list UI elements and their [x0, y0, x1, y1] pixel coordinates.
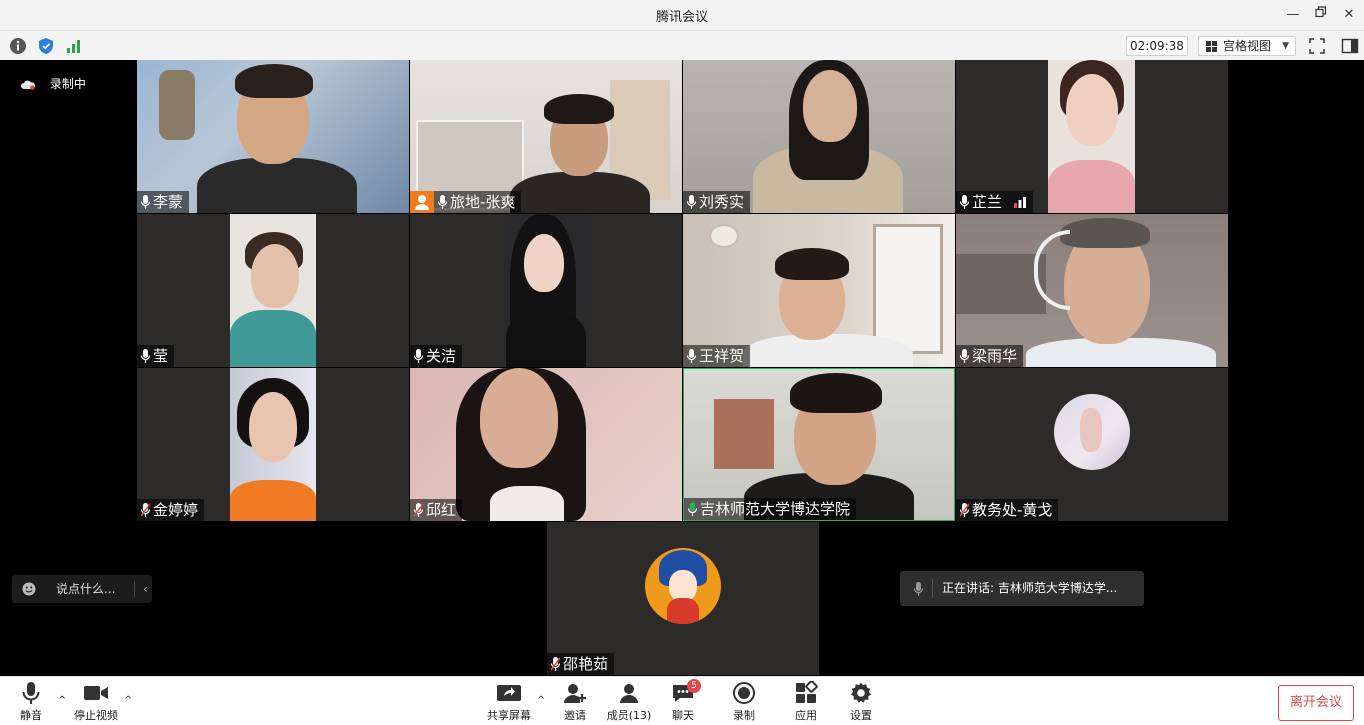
- participant-tile[interactable]: 莹: [137, 214, 409, 367]
- cloud-record-icon: [21, 80, 36, 90]
- share-screen-icon: [497, 685, 521, 701]
- view-mode-select[interactable]: 宫格视图 ▼: [1198, 36, 1296, 56]
- members-button[interactable]: 成员(13): [604, 681, 654, 723]
- mic-icon: [141, 349, 150, 363]
- mic-muted-icon: [551, 657, 560, 671]
- apps-icon: [796, 681, 818, 703]
- weak-signal-icon: [1013, 197, 1026, 208]
- close-icon[interactable]: ✕: [1340, 6, 1358, 24]
- participant-tile[interactable]: 邵艳茹: [547, 522, 819, 675]
- restore-icon[interactable]: [1312, 6, 1330, 24]
- record-icon: [733, 682, 755, 704]
- participant-name-label: 李蒙: [137, 191, 190, 213]
- participant-tile[interactable]: 刘秀实: [683, 60, 955, 213]
- host-avatar-icon: [410, 191, 434, 213]
- mute-button[interactable]: 静音: [14, 681, 48, 723]
- participant-tile[interactable]: 旅地-张爽: [410, 60, 682, 213]
- mic-icon: [438, 195, 447, 209]
- add-user-icon: [564, 684, 586, 703]
- participant-tile[interactable]: 王祥贺: [683, 214, 955, 367]
- stop-video-button[interactable]: 停止视频: [70, 681, 122, 723]
- participant-tile[interactable]: 关洁: [410, 214, 682, 367]
- speaking-indicator: 正在讲话: 吉林师范大学博达学...: [900, 571, 1144, 606]
- participant-name-label: 刘秀实: [683, 191, 751, 213]
- chevron-left-icon[interactable]: ‹: [143, 575, 148, 603]
- recording-label: 录制中: [49, 77, 86, 91]
- mic-icon: [687, 349, 696, 363]
- participant-tile[interactable]: 芷兰: [956, 60, 1228, 213]
- participant-name-label: 金婷婷: [137, 499, 205, 521]
- settings-button[interactable]: 设置: [845, 681, 877, 723]
- fullscreen-icon[interactable]: [1308, 37, 1326, 55]
- participant-name-label: 吉林师范大学博达学院: [684, 498, 857, 520]
- divider: [932, 579, 933, 598]
- grid-view-icon: [1206, 41, 1217, 52]
- chat-placeholder: 说点什么...: [56, 582, 116, 596]
- mic-muted-icon: [141, 503, 150, 517]
- title-bar: 腾讯会议 — ✕: [0, 0, 1364, 30]
- participant-name-label: 芷兰: [956, 191, 1033, 213]
- participant-tile[interactable]: 梁雨华: [956, 214, 1228, 367]
- invite-button[interactable]: 邀请: [558, 681, 592, 723]
- mic-muted-icon: [414, 503, 423, 517]
- video-camera-icon: [84, 686, 108, 700]
- info-icon[interactable]: [9, 37, 27, 55]
- meeting-timer: 02:09:38: [1126, 36, 1188, 56]
- mic-icon: [960, 195, 969, 209]
- security-shield-icon[interactable]: [37, 37, 55, 55]
- avatar: [1054, 394, 1130, 470]
- network-signal-icon[interactable]: [65, 37, 83, 55]
- minimize-icon[interactable]: —: [1284, 6, 1302, 24]
- participant-tile[interactable]: 教务处-黄戈: [956, 368, 1228, 521]
- view-mode-label: 宫格视图: [1223, 39, 1272, 53]
- microphone-icon: [22, 682, 40, 704]
- participant-name-label: 梁雨华: [956, 345, 1024, 367]
- participant-name-label: 王祥贺: [683, 345, 751, 367]
- participant-name-label: 关洁: [410, 345, 463, 367]
- members-icon: [620, 684, 638, 703]
- divider: [134, 581, 135, 597]
- window-title: 腾讯会议: [655, 10, 708, 25]
- participant-name-label: 莹: [137, 345, 175, 367]
- speaking-text: 正在讲话: 吉林师范大学博达学...: [942, 581, 1118, 595]
- video-options-caret[interactable]: ^: [124, 695, 132, 706]
- meeting-info-bar: 02:09:38 宫格视图 ▼: [0, 30, 1364, 60]
- gear-icon: [851, 682, 871, 703]
- mic-icon: [960, 349, 969, 363]
- chevron-down-icon: ▼: [1282, 41, 1289, 51]
- participant-name-label: 邱红: [410, 499, 463, 521]
- mic-icon: [141, 195, 150, 209]
- quick-chat-input[interactable]: 说点什么... ‹: [12, 575, 152, 603]
- avatar: [645, 548, 721, 624]
- mic-icon: [914, 582, 923, 596]
- participant-name-label: 邵艳茹: [547, 653, 615, 675]
- mic-speaking-icon: [688, 502, 697, 516]
- mic-icon: [687, 195, 696, 209]
- participant-tile[interactable]: 李蒙: [137, 60, 409, 213]
- mic-muted-icon: [960, 503, 969, 517]
- side-panel-icon[interactable]: [1341, 37, 1359, 55]
- emoji-icon[interactable]: [22, 582, 36, 596]
- mute-options-caret[interactable]: ^: [58, 695, 66, 706]
- chat-button[interactable]: 5 聊天: [668, 679, 701, 723]
- leave-meeting-button[interactable]: 离开会议: [1278, 685, 1354, 721]
- participant-tile[interactable]: 邱红: [410, 368, 682, 521]
- participant-tile[interactable]: 金婷婷: [137, 368, 409, 521]
- apps-button[interactable]: 应用: [790, 681, 822, 723]
- bottom-toolbar: 静音 ^ 停止视频 ^ 共享屏幕 ^ 邀请 成员(13) 5 聊天 录制 应用 …: [0, 676, 1364, 725]
- record-button[interactable]: 录制: [728, 681, 760, 723]
- participant-name-label: 教务处-黄戈: [956, 499, 1059, 521]
- share-options-caret[interactable]: ^: [537, 695, 545, 706]
- recording-indicator: 录制中: [20, 75, 86, 92]
- mic-icon: [414, 349, 423, 363]
- participant-name-label: 旅地-张爽: [434, 191, 522, 213]
- participant-tile-active-speaker[interactable]: 吉林师范大学博达学院: [683, 368, 955, 521]
- share-screen-button[interactable]: 共享屏幕: [484, 681, 534, 723]
- chat-unread-badge: 5: [687, 679, 701, 693]
